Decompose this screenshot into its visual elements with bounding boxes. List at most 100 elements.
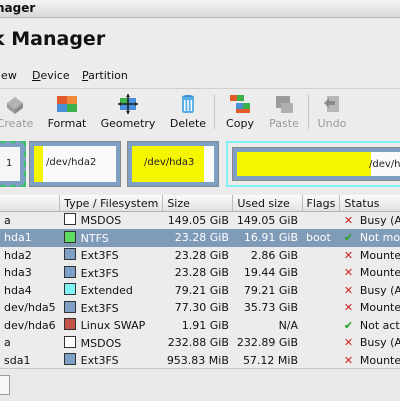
filesystem-color-swatch <box>63 300 76 313</box>
undo-icon <box>324 96 339 112</box>
delete-button[interactable]: Delete <box>166 89 210 135</box>
filesystem-color-swatch <box>63 213 76 226</box>
flags-cell <box>302 352 340 370</box>
status-cell: ✔Not mou <box>339 229 400 247</box>
partition-name-cell: hda2 <box>4 248 32 262</box>
flags-cell <box>302 247 340 265</box>
table-row[interactable]: hda1NTFS23.28 GiB16.91 GiBboot✔Not mou <box>0 229 400 247</box>
partition-name-cell: hda4 <box>4 283 32 297</box>
cross-icon: ✕ <box>343 248 354 262</box>
filesystem-cell: MSDOS <box>60 334 163 352</box>
used-size-cell: 16.91 GiB <box>232 229 303 247</box>
disk-map-partition-hda3[interactable]: /dev/hda3 <box>127 141 219 187</box>
copy-button[interactable]: Copy <box>220 89 260 135</box>
create-icon <box>7 97 23 114</box>
col-header-flags[interactable]: Flags <box>302 195 341 212</box>
partition-table: Type / Filesystem Size Used size Flags S… <box>0 195 400 370</box>
size-cell: 23.28 GiB <box>162 229 233 247</box>
table-row[interactable]: hda2 Ext3FS 23.28 GiB 2.86 GiB ✕Mounted <box>0 247 400 265</box>
table-row[interactable]: a MSDOS 232.88 GiB 232.89 GiB ✕ Busy (A <box>0 334 400 352</box>
filesystem-color-swatch <box>63 283 76 296</box>
table-row[interactable]: dev/hda5 Ext3FS 77.30 GiB 35.73 GiB ✕Mounted <box>0 299 400 317</box>
check-icon: ✔ <box>343 318 354 332</box>
filesystem-color-swatch <box>63 318 76 331</box>
format-button[interactable]: Format <box>44 89 90 135</box>
table-row[interactable]: a MSDOS 149.05 GiB 149.05 GiB ✕ Busy (A <box>0 212 400 230</box>
size-cell: 23.28 GiB <box>174 248 229 262</box>
create-button[interactable]: Create <box>0 89 36 135</box>
filesystem-color-swatch <box>63 248 76 261</box>
size-cell: 77.30 GiB <box>174 301 229 315</box>
filesystem-color-swatch <box>63 353 76 366</box>
cross-icon: ✕ <box>343 336 354 350</box>
flags-cell <box>302 299 340 317</box>
used-size-cell: 35.73 GiB <box>243 301 299 315</box>
status-cell: ✕Mounted <box>343 353 400 367</box>
filesystem-cell: Extended <box>60 282 163 300</box>
menu-view[interactable]: iew <box>0 69 17 82</box>
status-bar <box>0 368 400 401</box>
undo-button[interactable]: Undo <box>312 89 352 135</box>
cross-icon: ✕ <box>343 213 354 227</box>
col-header-filesystem[interactable]: Type / Filesystem <box>59 195 164 212</box>
format-icon <box>57 96 77 112</box>
scroll-box[interactable] <box>0 375 10 395</box>
disk-map-partition-hda2[interactable]: /dev/hda2 <box>29 141 121 187</box>
window-titlebar: nager <box>0 0 400 18</box>
disk-map-partition-hda4[interactable]: /dev/hda <box>226 141 400 187</box>
menu-device[interactable]: Device <box>32 69 70 82</box>
used-size-cell: 79.21 GiB <box>243 283 299 297</box>
geometry-button[interactable]: Geometry <box>98 89 158 135</box>
col-header-used-size[interactable]: Used size <box>232 195 303 212</box>
status-cell: ✕Mounted <box>343 248 400 262</box>
col-header-partition[interactable] <box>0 195 61 212</box>
filesystem-cell: MSDOS <box>60 212 163 230</box>
app-header-title: k Manager <box>0 28 106 50</box>
cross-icon: ✕ <box>343 283 354 297</box>
table-header-row: Type / Filesystem Size Used size Flags S… <box>0 195 400 212</box>
table-row[interactable]: sda1 Ext3FS953.83 MiB 57.12 MiB ✕Mounted <box>0 352 400 370</box>
check-icon: ✔ <box>343 231 354 245</box>
filesystem-cell: Ext3FS <box>60 299 163 317</box>
filesystem-color-swatch <box>63 230 76 243</box>
partition-name-cell: dev/hda6 <box>4 318 56 332</box>
cross-icon: ✕ <box>343 301 354 315</box>
disk-map-partition-hda1[interactable]: 1 <box>0 141 26 187</box>
size-cell: 23.28 GiB <box>174 266 229 280</box>
window-title: nager <box>0 1 36 15</box>
partition-name-cell: hda1 <box>0 229 60 247</box>
filesystem-cell: Ext3FS <box>60 264 163 282</box>
partition-name-cell: sda1 <box>4 353 31 367</box>
paste-icon <box>276 96 293 113</box>
table-row[interactable]: hda3 Ext3FS 23.28 GiB 19.44 GiB ✕Mounted <box>0 264 400 282</box>
table-row[interactable]: hda4 Extended 79.21 GiB 79.21 GiB ✕ Busy (A <box>0 282 400 300</box>
size-cell: 953.83 MiB <box>166 353 229 367</box>
col-header-status[interactable]: Status <box>339 195 400 212</box>
filesystem-color-swatch <box>63 265 76 278</box>
filesystem-cell: Ext3FS <box>60 352 163 370</box>
size-cell: 149.05 GiB <box>167 213 229 227</box>
partition-name-cell: dev/hda5 <box>4 301 56 315</box>
disk-map: 1 /dev/hda2 /dev/hda3 /dev/hda <box>0 137 400 191</box>
flags-cell <box>302 282 340 300</box>
menu-partition[interactable]: Partition <box>82 69 128 82</box>
copy-icon <box>230 95 250 113</box>
menubar: iew Device Partition <box>0 67 400 85</box>
size-cell: 1.91 GiB <box>181 318 229 332</box>
table-row[interactable]: dev/hda6 Linux SWAP 1.91 GiB N/A ✔ Not acti <box>0 317 400 335</box>
col-header-size[interactable]: Size <box>162 195 234 212</box>
filesystem-color-swatch <box>63 335 76 348</box>
flags-cell: boot <box>302 229 340 247</box>
cross-icon: ✕ <box>343 266 354 280</box>
partition-name-cell: a <box>4 336 11 350</box>
partition-name-cell: hda3 <box>4 266 32 280</box>
used-size-cell: 2.86 GiB <box>250 248 299 262</box>
status-cell: ✕ Busy (A <box>343 213 400 227</box>
toolbar: Create Format Geometry Delete Copy Paste… <box>0 88 400 135</box>
status-cell: ✔ Not acti <box>343 318 400 332</box>
paste-button[interactable]: Paste <box>264 89 304 135</box>
status-cell: ✕ Busy (A <box>343 283 400 297</box>
used-size-cell: 232.89 GiB <box>236 336 299 350</box>
flags-cell <box>302 212 340 230</box>
flags-cell <box>302 317 340 335</box>
